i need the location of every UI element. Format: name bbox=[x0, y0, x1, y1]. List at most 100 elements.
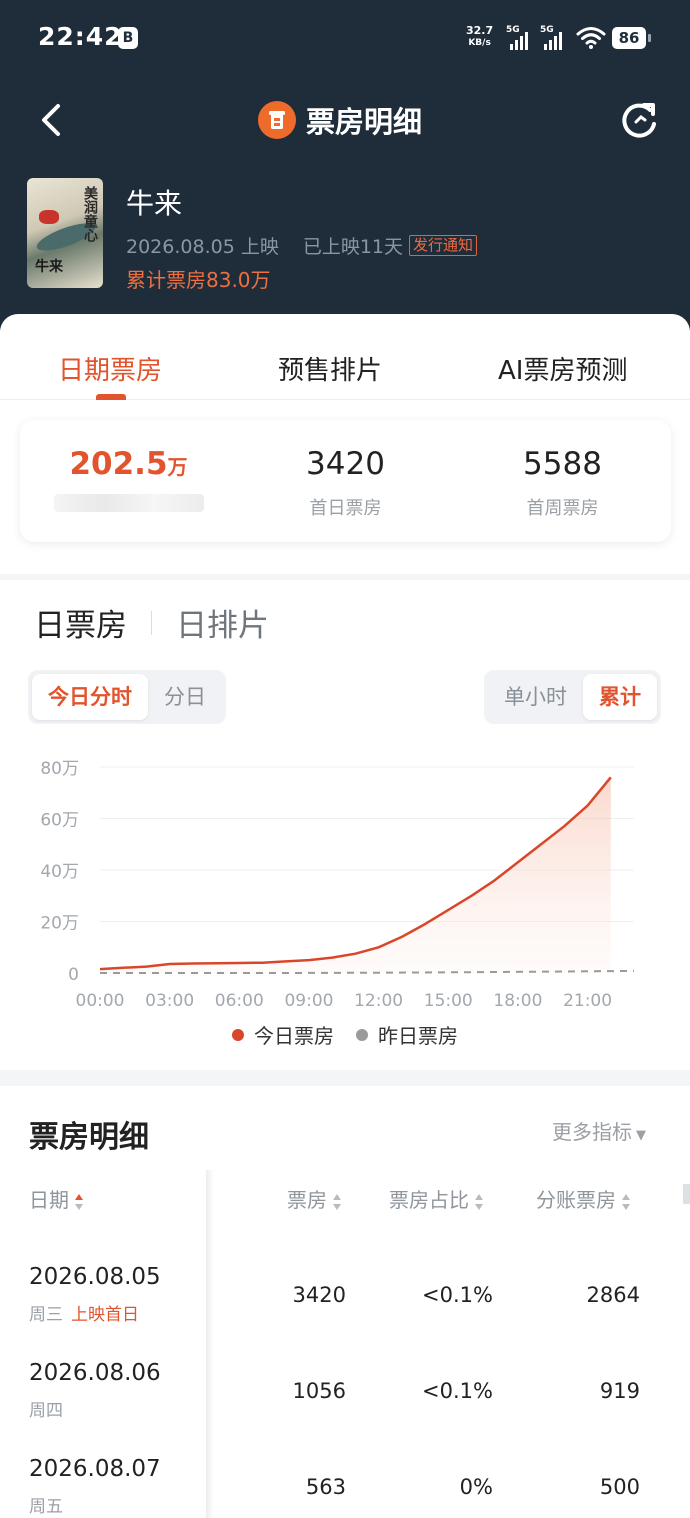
network-speed: 32.7 KB/s bbox=[466, 25, 493, 49]
x-tick-label: 12:00 bbox=[354, 991, 403, 1011]
row-date: 2026.08.06 bbox=[29, 1360, 161, 1386]
column-header-share[interactable]: 票房占比 bbox=[389, 1184, 484, 1213]
sort-icon bbox=[333, 1193, 342, 1211]
tab-presale-schedule[interactable]: 预售排片 bbox=[278, 350, 382, 387]
network-speed-unit: KB/s bbox=[468, 38, 491, 48]
x-tick-label: 09:00 bbox=[284, 991, 333, 1011]
stat-realtime: 202.5万 bbox=[20, 446, 237, 517]
legend-today[interactable]: 今日票房 bbox=[232, 1020, 334, 1049]
table-row[interactable]: 2026.08.07 周五 563 0% 500 bbox=[0, 1456, 690, 1518]
row-weekday: 周三 上映首日 bbox=[29, 1300, 139, 1325]
movie-poster[interactable]: 美润童心 牛来 bbox=[27, 178, 103, 288]
stat-realtime-unit: 万 bbox=[167, 455, 188, 479]
tab-daily-schedule[interactable]: 日排片 bbox=[176, 600, 269, 645]
stat-first-day: 3420 首日票房 bbox=[237, 446, 454, 520]
column-header-date[interactable]: 日期 bbox=[29, 1184, 84, 1213]
caret-down-icon: ▼ bbox=[636, 1128, 646, 1143]
tab-bar: 日期票房 预售排片 AI票房预测 bbox=[0, 314, 690, 400]
row-box-office: 563 bbox=[305, 1475, 346, 1499]
notification-icon: B bbox=[118, 27, 138, 49]
app-logo-icon bbox=[258, 101, 296, 139]
series-area-today bbox=[100, 777, 611, 973]
x-tick-label: 03:00 bbox=[145, 991, 194, 1011]
movie-info[interactable]: 美润童心 牛来 牛来 2026.08.05 上映 已上映11天 发行通知 累计票… bbox=[0, 176, 690, 296]
weekday-text: 周五 bbox=[29, 1497, 63, 1517]
row-share: <0.1% bbox=[422, 1283, 493, 1307]
more-metrics-button[interactable]: 更多指标 ▼ bbox=[552, 1116, 646, 1145]
status-time: 22:42 bbox=[38, 22, 123, 51]
column-header-label: 日期 bbox=[29, 1188, 69, 1212]
x-tick-label: 15:00 bbox=[424, 991, 473, 1011]
stat-first-day-value: 3420 bbox=[306, 446, 385, 482]
toggle-cumulative[interactable]: 累计 bbox=[583, 674, 657, 720]
detail-title: 票房明细 bbox=[29, 1120, 149, 1155]
row-box-office: 1056 bbox=[292, 1379, 346, 1403]
back-arrow-icon[interactable] bbox=[36, 98, 66, 142]
chart-tabs: 日票房 日排片 bbox=[34, 600, 269, 645]
poster-title: 牛来 bbox=[35, 259, 63, 275]
x-tick-label: 06:00 bbox=[215, 991, 264, 1011]
column-header-label: 票房占比 bbox=[389, 1188, 469, 1212]
total-box-office: 累计票房83.0万 bbox=[126, 268, 271, 292]
premiere-note: 上映首日 bbox=[71, 1305, 139, 1325]
page-title: 票房明细 bbox=[258, 98, 422, 142]
y-tick-label: 0 bbox=[68, 965, 79, 985]
y-tick-label: 40万 bbox=[40, 862, 79, 882]
wifi-icon bbox=[576, 27, 606, 49]
release-date: 2026.08.05 上映 bbox=[126, 236, 279, 258]
legend-yesterday[interactable]: 昨日票房 bbox=[356, 1020, 458, 1049]
refresh-icon[interactable] bbox=[620, 98, 660, 142]
column-header-label: 分账票房 bbox=[536, 1188, 616, 1212]
detail-card: 票房明细 更多指标 ▼ 日期 票房 票房占比 分账票房 2026.08.05 周三… bbox=[0, 1086, 690, 1518]
x-tick-label: 18:00 bbox=[493, 991, 542, 1011]
row-share: 0% bbox=[459, 1475, 493, 1499]
tab-ai-forecast[interactable]: AI票房预测 bbox=[498, 350, 627, 387]
signal-icon: 5G bbox=[506, 25, 536, 50]
battery-indicator: 86 bbox=[612, 27, 651, 49]
sort-icon bbox=[75, 1193, 84, 1211]
status-bar: 22:42 B 32.7 KB/s 5G 5G 86 bbox=[0, 0, 690, 78]
stat-first-day-label: 首日票房 bbox=[309, 498, 382, 519]
aggregation-toggle: 单小时 累计 bbox=[484, 670, 661, 724]
tab-daily-box-office[interactable]: 日票房 bbox=[34, 600, 127, 645]
weekday-text: 周四 bbox=[29, 1401, 63, 1421]
weekday-text: 周三 bbox=[29, 1305, 63, 1325]
column-header-split[interactable]: 分账票房 bbox=[536, 1184, 631, 1213]
column-header-label: 票房 bbox=[287, 1188, 327, 1212]
nav-bar: 票房明细 bbox=[0, 78, 690, 164]
stat-first-week-label: 首周票房 bbox=[526, 498, 599, 519]
box-office-card: 日期票房 预售排片 AI票房预测 202.5万 3420 首日票房 5588 首… bbox=[0, 314, 690, 574]
days-released: 已上映11天 bbox=[302, 236, 404, 258]
x-tick-label: 21:00 bbox=[563, 991, 612, 1011]
x-tick-label: 00:00 bbox=[76, 991, 125, 1011]
box-office-line-chart[interactable]: 0 20万 40万 60万 80万 00:00 03:00 06:00 09:00 12:00 15… bbox=[0, 750, 690, 1012]
more-metrics-label: 更多指标 bbox=[552, 1120, 632, 1144]
tab-date-box-office[interactable]: 日期票房 bbox=[58, 350, 162, 387]
chart-legend: 今日票房 昨日票房 bbox=[0, 1020, 690, 1049]
toggle-today-hourly[interactable]: 今日分时 bbox=[32, 674, 148, 720]
table-row[interactable]: 2026.08.05 周三 上映首日 3420 <0.1% 2864 bbox=[0, 1264, 690, 1359]
row-box-office: 3420 bbox=[292, 1283, 346, 1307]
toggle-single-hour[interactable]: 单小时 bbox=[488, 674, 583, 720]
movie-title: 牛来 bbox=[126, 187, 183, 220]
poster-calligraphy: 美润童心 bbox=[82, 186, 98, 242]
page-title-text: 票房明细 bbox=[306, 105, 423, 139]
row-split: 919 bbox=[599, 1379, 640, 1403]
toggle-by-day[interactable]: 分日 bbox=[148, 674, 222, 720]
column-header-box-office[interactable]: 票房 bbox=[287, 1184, 342, 1213]
network-speed-value: 32.7 bbox=[466, 24, 494, 37]
stat-first-week-value: 5588 bbox=[523, 446, 602, 482]
row-split: 500 bbox=[599, 1475, 640, 1499]
time-granularity-toggle: 今日分时 分日 bbox=[28, 670, 226, 724]
y-tick-label: 80万 bbox=[40, 759, 79, 779]
divider bbox=[151, 610, 152, 635]
sort-icon bbox=[475, 1193, 484, 1211]
y-tick-label: 20万 bbox=[40, 914, 79, 934]
row-split: 2864 bbox=[586, 1283, 640, 1307]
active-tab-indicator bbox=[96, 394, 126, 400]
row-weekday: 周四 bbox=[29, 1396, 63, 1421]
table-row[interactable]: 2026.08.06 周四 1056 <0.1% 919 bbox=[0, 1360, 690, 1455]
release-notice-badge[interactable]: 发行通知 bbox=[409, 235, 478, 256]
sort-icon bbox=[622, 1193, 631, 1211]
stat-realtime-value: 202.5 bbox=[69, 446, 168, 482]
